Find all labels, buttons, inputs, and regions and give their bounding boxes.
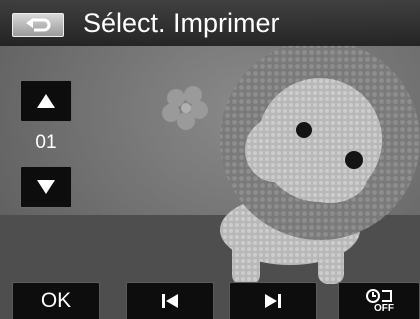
next-image-button[interactable] — [229, 282, 317, 319]
quantity-down-button[interactable] — [20, 166, 72, 208]
return-arrow-icon — [26, 18, 51, 32]
ok-button[interactable]: OK — [12, 282, 100, 319]
print-quantity: 01 — [35, 132, 57, 153]
timer-off-label: OFF — [374, 303, 394, 314]
ok-label: OK — [40, 289, 72, 312]
quantity-up-button[interactable] — [20, 80, 72, 122]
photo-preview — [0, 0, 420, 319]
page-title: Sélect. Imprimer — [83, 8, 280, 38]
triangle-up-icon — [37, 94, 55, 108]
skip-next-icon — [265, 294, 281, 308]
previous-image-button[interactable] — [126, 282, 214, 319]
skip-previous-icon — [162, 294, 178, 308]
triangle-down-icon — [37, 180, 55, 194]
self-timer-off-icon — [366, 289, 392, 303]
self-timer-button[interactable]: OFF — [338, 282, 420, 319]
back-button[interactable] — [12, 13, 64, 37]
